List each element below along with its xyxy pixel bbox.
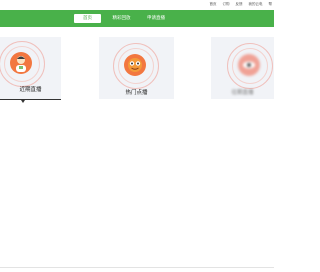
tab-replay[interactable]: 精彩回放 bbox=[108, 14, 135, 23]
top-link-order[interactable]: 订购 bbox=[223, 2, 230, 7]
divider bbox=[0, 267, 274, 268]
top-link-feedback[interactable]: 反馈 bbox=[236, 2, 243, 7]
card-recent-live[interactable]: 近期直播 bbox=[0, 37, 61, 99]
card-label-recent-live: 近期直播 bbox=[19, 87, 42, 93]
top-utility-bar: 首页 订购 反馈 我的云电 帮 bbox=[0, 0, 274, 10]
top-link-home[interactable]: 首页 bbox=[210, 2, 217, 7]
top-link-account[interactable]: 我的云电 bbox=[249, 2, 263, 7]
person-avatar-icon bbox=[10, 52, 32, 74]
card-popular-vod[interactable]: 热门点播 bbox=[99, 37, 174, 99]
card-label-past-live: 往期直播 bbox=[231, 90, 254, 96]
caret-down-icon bbox=[21, 100, 25, 103]
card-past-live[interactable]: 往期直播 bbox=[211, 37, 274, 99]
card-label-popular-vod: 热门点播 bbox=[125, 90, 148, 96]
main-nav: 首页 精彩回放 申请直播 bbox=[0, 10, 274, 27]
eye-icon bbox=[238, 54, 260, 76]
tab-home[interactable]: 首页 bbox=[74, 14, 101, 23]
active-card-underline bbox=[0, 99, 61, 100]
smiley-face-icon bbox=[124, 54, 146, 76]
top-link-help[interactable]: 帮 bbox=[269, 2, 273, 7]
top-links: 首页 订购 反馈 我的云电 帮 bbox=[210, 2, 273, 7]
tab-apply-live[interactable]: 申请直播 bbox=[142, 14, 170, 23]
